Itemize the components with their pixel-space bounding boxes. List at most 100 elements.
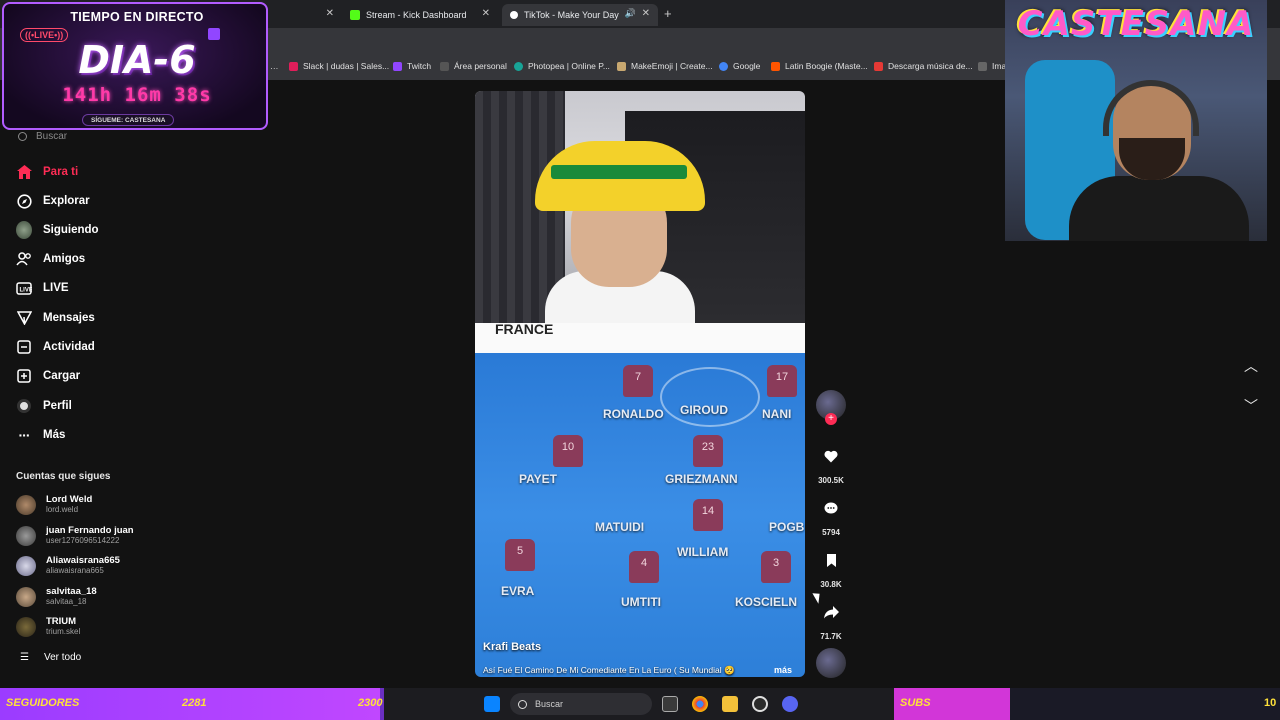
bookmark-area-personal[interactable]: Área personal [440,61,507,71]
taskbar-search-placeholder: Buscar [535,699,564,709]
chevron-down-icon[interactable]: ﹀ [1244,396,1258,416]
list-icon: ☰ [20,652,29,663]
file-explorer-icon[interactable] [722,696,738,712]
search-icon [518,699,527,709]
nav-perfil[interactable]: Perfil [16,396,72,416]
player-shirt: 7 [623,365,653,397]
bookmark-label: Slack | dudas | Sales... [303,61,390,71]
bookmark-latin-boogie[interactable]: Latin Boogie (Maste... [771,61,868,71]
chevron-up-icon[interactable]: ︿ [1244,356,1258,376]
bookmark-icon [826,553,836,567]
account-trium[interactable]: TRIUM trium.skel [16,615,80,639]
nav-label: Mensajes [43,312,95,324]
nav-siguiendo[interactable]: Siguiendo [16,220,99,240]
chrome-icon[interactable] [692,696,708,712]
account-lord-weld[interactable]: Lord Weld lord.weld [16,493,92,517]
windows-start-icon[interactable] [484,696,500,712]
nav-label: Más [43,429,66,441]
nav-mensajes[interactable]: Mensajes [16,308,95,328]
video-banner: FRANCE [475,321,805,353]
account-name: TRIUM [46,616,77,627]
taskbar-search[interactable]: Buscar [510,693,652,715]
messages-icon [16,310,32,326]
profile-icon [16,398,32,414]
share-count: 71.7K [820,632,842,641]
slack-icon [289,61,298,71]
video-author[interactable]: Krafi Beats [483,641,541,653]
player-name: GIROUD [680,403,728,417]
lineup-pitch: 7 17 10 23 14 5 4 3 RONALDO GIROUD NANI … [475,353,805,677]
bookmark-slack[interactable]: Slack | dudas | Sales... [289,61,389,71]
account-juan-fernando[interactable]: juan Fernando juan user1276096514222 [16,524,134,548]
avatar [16,617,36,637]
soundcloud-icon [771,61,780,71]
browser-tab[interactable]: ✕ [270,4,342,26]
close-icon[interactable]: ✕ [326,8,334,19]
tab-label: Stream - Kick Dashboard [366,10,467,20]
close-icon[interactable]: ✕ [642,8,650,19]
stream-timer: 141h 16m 38s [62,84,212,106]
nav-live[interactable]: LIVE LIVE [16,278,69,298]
nav-cargar[interactable]: Cargar [16,366,80,386]
account-handle: salvitaa_18 [46,597,87,606]
bookmark-descarga[interactable]: Descarga música de... [874,61,973,71]
account-name: juan Fernando juan [46,525,134,536]
download-icon [874,61,883,71]
more-icon: ··· [18,427,31,443]
more-link[interactable]: más [774,665,792,675]
sound-avatar[interactable] [816,648,846,678]
friends-icon [16,251,32,267]
see-all-label: Ver todo [43,652,82,663]
nav-mas[interactable]: ··· Más [16,425,66,445]
account-salvitaa[interactable]: salvitaa_18 salvitaa_18 [16,585,97,609]
browser-tab-kick[interactable]: Stream - Kick Dashboard ✕ [342,4,498,26]
nav-explorar[interactable]: Explorar [16,191,90,211]
like-count: 300.5K [818,476,844,485]
nav-label: LIVE [43,282,69,294]
browser-tab-tiktok[interactable]: TikTok - Make Your Day 🔊 ✕ [502,4,658,26]
bookmark-makeemoji[interactable]: MakeEmoji | Create... [617,61,713,71]
player-shirt: 23 [693,435,723,467]
live-icon: LIVE [16,280,32,296]
close-icon[interactable]: ✕ [482,8,490,19]
nav-para-ti[interactable]: Para ti [16,162,78,182]
account-handle: aliawaisrana665 [46,566,104,575]
discord-icon[interactable] [782,696,798,712]
bookmark-photopea[interactable]: Photopea | Online P... [514,61,610,71]
nav-label: Siguiendo [43,224,99,236]
follow-me-badge: SÍGUEME: CASTESANA [82,114,175,126]
subs-goal-bar: SUBS 10 [894,688,1280,720]
see-all-button[interactable]: ☰ Ver todo [20,652,81,663]
nav-actividad[interactable]: Actividad [16,337,95,357]
account-name: Lord Weld [46,494,93,505]
nav-label: Explorar [43,195,90,207]
bookmark-ima[interactable]: Ima [978,61,1006,71]
obs-icon[interactable] [752,696,768,712]
follow-plus-icon[interactable]: + [825,413,837,425]
comment-button[interactable] [819,496,843,520]
like-button[interactable] [819,444,843,468]
player-name: UMTITI [621,595,661,609]
task-view-icon[interactable] [662,696,678,712]
search-icon [18,131,27,141]
activity-icon [16,339,32,355]
video-player[interactable]: FRANCE 7 17 10 23 14 5 4 3 RONALDO GIROU… [475,91,805,677]
day-counter: DIA-6 [78,38,196,82]
player-shirt: 3 [761,551,791,583]
bookmark-label: Photopea | Online P... [528,61,610,71]
account-aliawaisrana[interactable]: Aliawaisrana665 aliawaisrana665 [16,554,120,578]
player-name: MATUIDI [595,520,645,534]
share-button[interactable] [819,600,843,624]
bookmark-overflow[interactable]: … [270,61,279,71]
player-name: WILLIAM [677,545,729,559]
speaker-icon[interactable]: 🔊 [625,8,636,19]
bookmark-twitch[interactable]: Twitch [393,61,431,71]
save-button[interactable] [819,548,843,572]
avatar [16,526,36,546]
live-title: TIEMPO EN DIRECTO [70,10,204,24]
bookmark-google[interactable]: Google [719,61,760,71]
tiktok-icon [510,11,518,19]
new-tab-button[interactable]: + [664,6,672,21]
search-input[interactable]: Buscar [12,128,262,144]
nav-amigos[interactable]: Amigos [16,249,85,269]
